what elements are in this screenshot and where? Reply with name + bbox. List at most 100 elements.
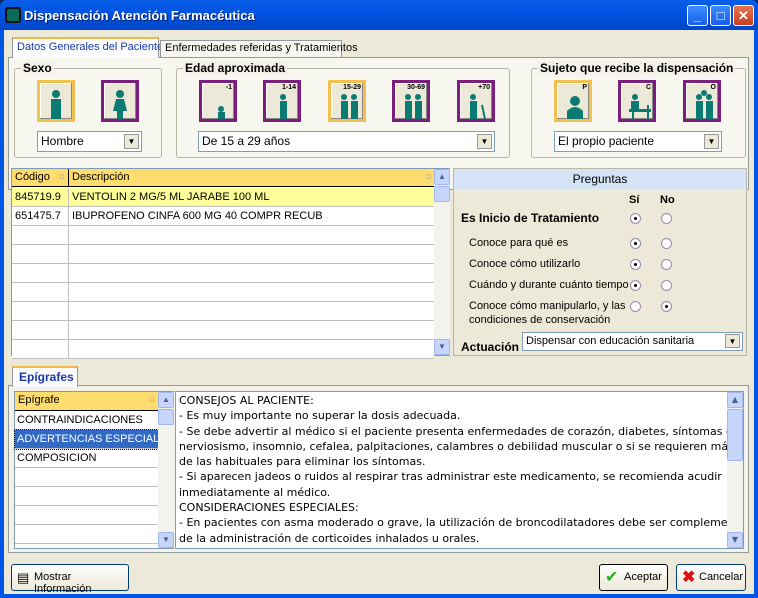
pregunta-label: Es Inicio de Tratamiento bbox=[461, 211, 600, 225]
column-header-codigo[interactable]: Código ○ bbox=[12, 169, 69, 187]
table-row[interactable]: 651475.7 IBUPROFENO CINFA 600 MG 40 COMPR… bbox=[12, 207, 434, 226]
sujeto-value: El propio paciente bbox=[558, 134, 655, 148]
radio-si[interactable] bbox=[630, 301, 641, 312]
table-row[interactable] bbox=[12, 302, 434, 321]
chevron-down-icon[interactable]: ▼ bbox=[124, 134, 139, 149]
list-item[interactable] bbox=[15, 525, 158, 544]
cell-descripcion bbox=[69, 245, 434, 264]
scroll-down-icon[interactable]: ▼ bbox=[434, 339, 450, 355]
chevron-down-icon[interactable]: ▼ bbox=[725, 334, 740, 348]
person-age-icon bbox=[405, 94, 422, 119]
radio-no[interactable] bbox=[661, 213, 672, 224]
grid-scrollbar[interactable]: ▲ ▼ bbox=[434, 169, 450, 355]
list-item[interactable]: CONTRAINDICACIONES bbox=[15, 411, 158, 430]
radio-no[interactable] bbox=[661, 280, 672, 291]
no-header: No bbox=[660, 194, 675, 206]
scroll-thumb[interactable] bbox=[158, 409, 174, 425]
scroll-thumb[interactable] bbox=[434, 186, 450, 202]
table-row[interactable] bbox=[12, 340, 434, 359]
text-line: CONSIDERACIONES ESPECIALES: bbox=[179, 501, 359, 515]
radio-si[interactable] bbox=[630, 238, 641, 249]
tab-epigrafes[interactable]: Epígrafes bbox=[12, 366, 78, 387]
scroll-down-icon[interactable]: ▼ bbox=[158, 532, 174, 548]
medication-grid[interactable]: Código ○ Descripción ○ 845719.9 VENTOLIN 2 … bbox=[11, 168, 450, 359]
actuacion-select[interactable]: Dispensar con educación sanitaria ▼ bbox=[522, 332, 743, 351]
cell-descripcion bbox=[69, 283, 434, 302]
text-line: nerviosismo, insomnio, cefalea, palpitac… bbox=[179, 439, 744, 453]
column-header-descripcion[interactable]: Descripción ○ bbox=[69, 169, 435, 187]
maximize-button[interactable]: □ bbox=[710, 5, 731, 26]
person-age-icon bbox=[470, 94, 486, 119]
x-icon: ✖ bbox=[682, 569, 696, 586]
column-header-epigrafe[interactable]: Epígrafe ○ bbox=[15, 392, 158, 411]
edad-label: Edad aproximada bbox=[183, 61, 288, 75]
title-bar[interactable]: Dispensación Atención Farmacéutica _ □ ✕ bbox=[0, 0, 758, 30]
person-icon bbox=[567, 96, 583, 119]
list-item[interactable] bbox=[15, 468, 158, 487]
edad-button[interactable]: 30-69 bbox=[392, 80, 430, 122]
sujeto-button[interactable]: O bbox=[683, 80, 721, 122]
man-icon bbox=[51, 90, 61, 119]
sexo-label: Sexo bbox=[21, 61, 54, 75]
radio-si[interactable] bbox=[630, 213, 641, 224]
scroll-thumb[interactable] bbox=[727, 409, 743, 461]
scroll-up-icon[interactable]: ▲ bbox=[434, 169, 450, 185]
actuacion-label: Actuación bbox=[461, 340, 520, 354]
mostrar-informacion-button[interactable]: ▤ Mostrar Información bbox=[11, 564, 129, 595]
mujer-button[interactable] bbox=[101, 80, 139, 122]
edad-value: De 15 a 29 años bbox=[202, 134, 291, 148]
list-item[interactable]: COMPOSICION bbox=[15, 449, 158, 468]
scroll-up-icon[interactable]: ▲ bbox=[158, 392, 174, 408]
epigrafes-scrollbar[interactable]: ▲ ▼ bbox=[158, 392, 174, 548]
tab-datos-generales[interactable]: Datos Generales del Paciente bbox=[12, 37, 163, 58]
table-row[interactable]: 845719.9 VENTOLIN 2 MG/5 ML JARABE 100 ML bbox=[12, 188, 434, 207]
person-icon bbox=[696, 90, 713, 119]
cell-codigo bbox=[12, 302, 69, 321]
cell-descripcion bbox=[69, 321, 434, 340]
edad-button[interactable]: 15-29 bbox=[328, 80, 366, 122]
list-item[interactable] bbox=[15, 506, 158, 525]
edad-button[interactable]: +70 bbox=[457, 80, 495, 122]
preguntas-panel: Preguntas Sí No Es Inicio de Tratamiento… bbox=[453, 168, 747, 356]
table-row[interactable] bbox=[12, 226, 434, 245]
sexo-select[interactable]: Hombre ▼ bbox=[37, 131, 142, 152]
text-line: CONSEJOS AL PACIENTE: bbox=[179, 394, 314, 407]
chevron-down-icon[interactable]: ▼ bbox=[704, 134, 719, 149]
cell-codigo bbox=[12, 245, 69, 264]
radio-no[interactable] bbox=[661, 259, 672, 270]
pregunta-label: Conoce cómo utilizarlo bbox=[469, 258, 581, 270]
scroll-up-icon[interactable]: ▲ bbox=[727, 392, 743, 408]
chevron-down-icon[interactable]: ▼ bbox=[477, 134, 492, 149]
aceptar-button[interactable]: ✔ Aceptar bbox=[599, 564, 668, 591]
table-row[interactable] bbox=[12, 264, 434, 283]
edad-button[interactable]: -1 bbox=[199, 80, 237, 122]
list-item[interactable] bbox=[15, 487, 158, 506]
minimize-button[interactable]: _ bbox=[687, 5, 708, 26]
table-row[interactable] bbox=[12, 245, 434, 264]
radio-si[interactable] bbox=[630, 280, 641, 291]
sujeto-button[interactable]: C bbox=[618, 80, 656, 122]
sexo-value: Hombre bbox=[41, 134, 84, 148]
edad-select[interactable]: De 15 a 29 años ▼ bbox=[198, 131, 495, 152]
sujeto-select[interactable]: El propio paciente ▼ bbox=[554, 131, 722, 152]
document-icon: ▤ bbox=[17, 570, 30, 585]
close-button[interactable]: ✕ bbox=[733, 5, 754, 26]
cancelar-button[interactable]: ✖ Cancelar bbox=[676, 564, 746, 591]
scroll-down-icon[interactable]: ▼ bbox=[727, 532, 743, 548]
cell-descripcion bbox=[69, 302, 434, 321]
epigrafes-list[interactable]: Epígrafe ○ CONTRAINDICACIONES ADVERTENCIAS… bbox=[14, 391, 174, 549]
list-item[interactable]: ADVERTENCIAS ESPECIAL... bbox=[14, 429, 159, 450]
radio-no[interactable] bbox=[661, 301, 672, 312]
radio-si[interactable] bbox=[630, 259, 641, 270]
table-row[interactable] bbox=[12, 321, 434, 340]
epigrafe-text[interactable]: CONSEJOS AL PACIENTE: - Es muy importante… bbox=[175, 391, 744, 549]
tab-enfermedades[interactable]: Enfermedades referidas y Tratamientos bbox=[160, 40, 358, 57]
table-row[interactable] bbox=[12, 283, 434, 302]
hombre-button[interactable] bbox=[37, 80, 75, 122]
radio-no[interactable] bbox=[661, 238, 672, 249]
cell-codigo: 845719.9 bbox=[12, 188, 69, 207]
text-line: - Si aparecen jadeos o ruidos al respira… bbox=[179, 470, 722, 484]
sujeto-button[interactable]: P bbox=[554, 80, 592, 122]
text-scrollbar[interactable]: ▲ ▼ bbox=[727, 392, 743, 548]
edad-button[interactable]: 1-14 bbox=[263, 80, 301, 122]
